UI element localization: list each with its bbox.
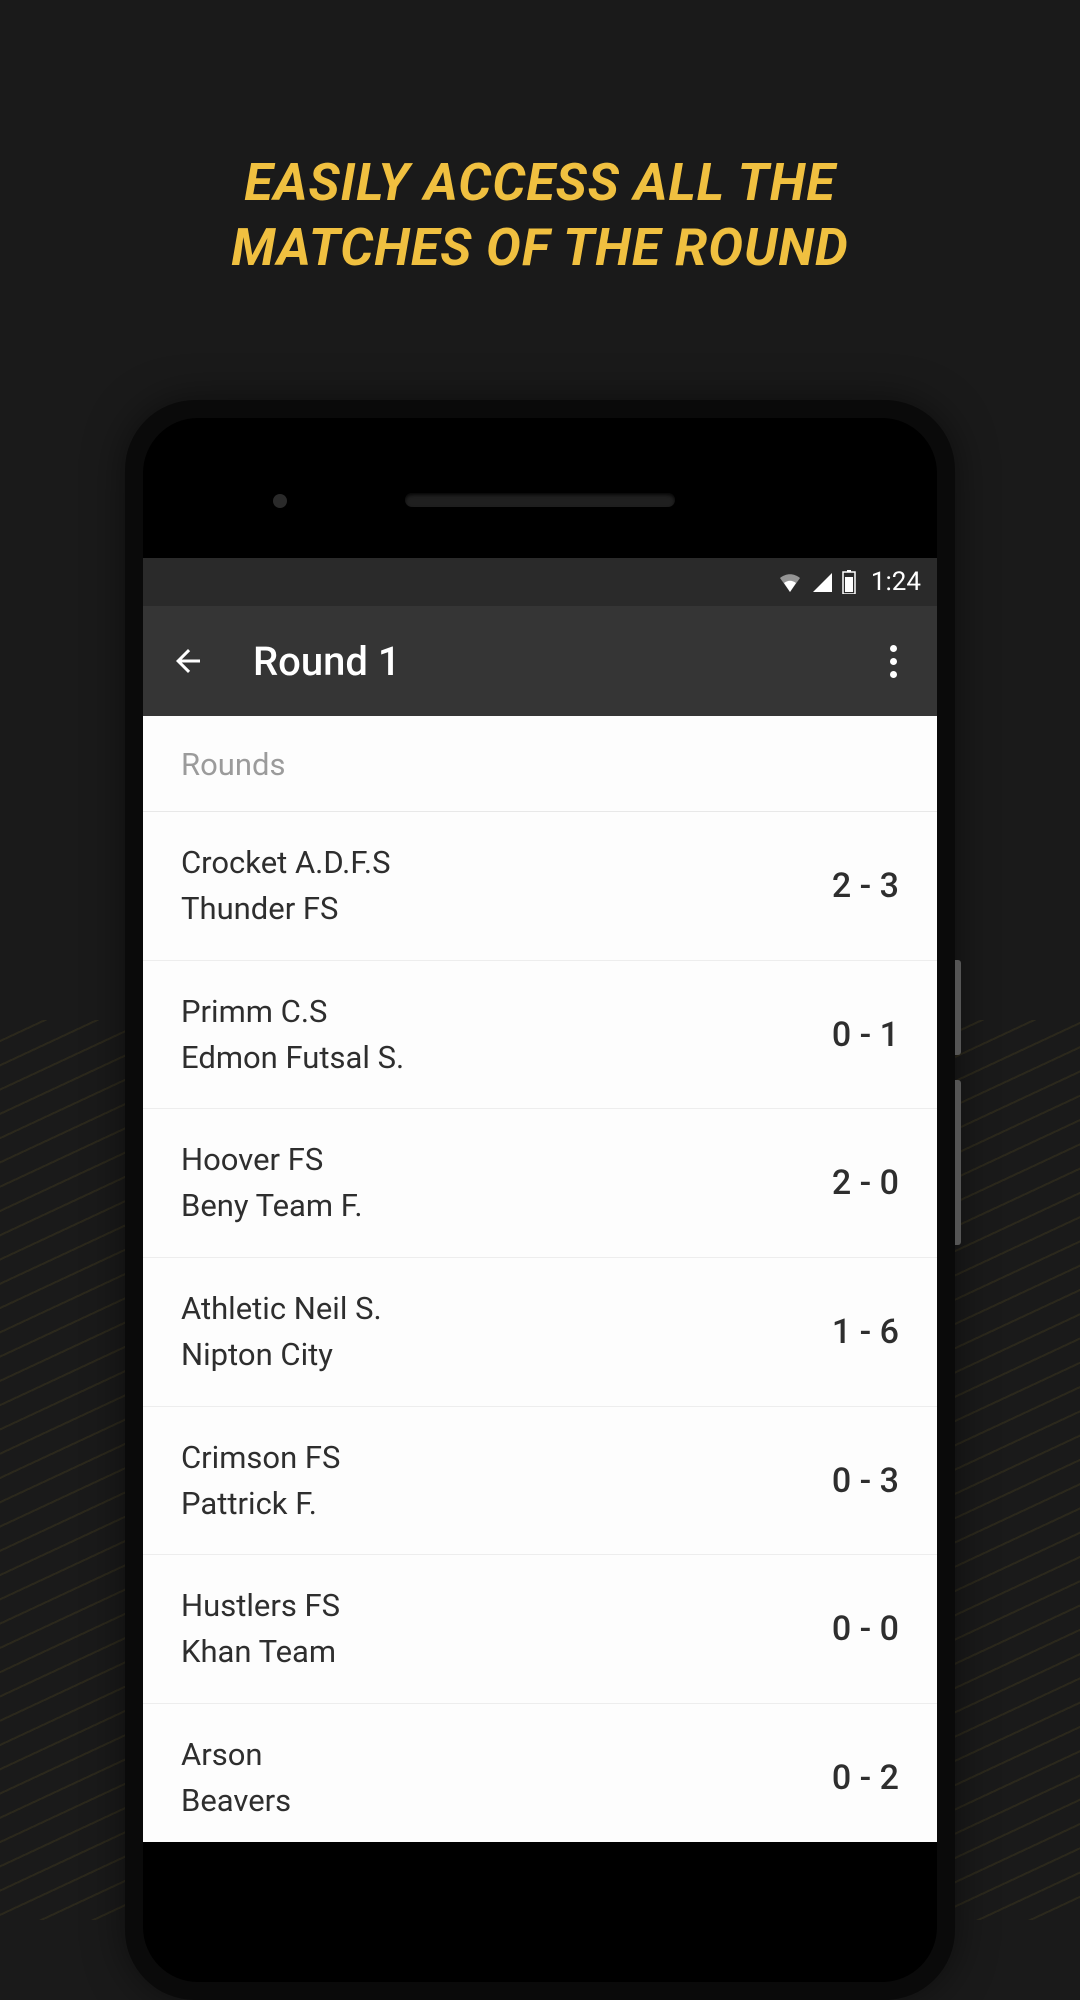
away-team: Pattrick F.	[181, 1483, 340, 1525]
phone-side-button	[955, 960, 961, 1055]
match-row[interactable]: Crocket A.D.F.SThunder FS 2 - 3	[143, 812, 937, 961]
phone-mockup-frame: 1:24 Round 1 Rounds Crocket A.	[125, 400, 955, 2000]
section-header: Rounds	[143, 716, 937, 812]
match-row[interactable]: Hoover FSBeny Team F. 2 - 0	[143, 1109, 937, 1258]
match-score: 0 - 1	[832, 1015, 899, 1055]
content-area: Rounds Crocket A.D.F.SThunder FS 2 - 3 Pri…	[143, 716, 937, 1842]
phone-screen: 1:24 Round 1 Rounds Crocket A.	[143, 558, 937, 1842]
away-team: Nipton City	[181, 1334, 382, 1376]
battery-icon	[841, 570, 857, 594]
matches-list: Crocket A.D.F.SThunder FS 2 - 3 Primm C.SE…	[143, 812, 937, 1842]
match-row[interactable]: ArsonBeavers 0 - 2	[143, 1704, 937, 1842]
match-teams: Athletic Neil S.Nipton City	[181, 1288, 382, 1376]
match-row[interactable]: Primm C.SEdmon Futsal S. 0 - 1	[143, 961, 937, 1110]
back-button[interactable]	[163, 636, 213, 686]
away-team: Khan Team	[181, 1631, 340, 1673]
home-team: Hoover FS	[181, 1139, 363, 1181]
match-score: 1 - 6	[832, 1312, 899, 1352]
match-score: 0 - 0	[832, 1609, 899, 1649]
match-teams: Crocket A.D.F.SThunder FS	[181, 842, 391, 930]
away-team: Beny Team F.	[181, 1185, 363, 1227]
cellular-signal-icon	[811, 572, 833, 592]
app-bar: Round 1	[143, 606, 937, 716]
home-team: Crocket A.D.F.S	[181, 842, 391, 884]
status-time: 1:24	[871, 567, 921, 597]
more-vert-icon	[890, 658, 897, 665]
match-teams: Hoover FSBeny Team F.	[181, 1139, 363, 1227]
home-team: Athletic Neil S.	[181, 1288, 382, 1330]
page-title: Round 1	[253, 638, 401, 685]
match-score: 2 - 3	[832, 866, 899, 906]
home-team: Hustlers FS	[181, 1585, 340, 1627]
away-team: Beavers	[181, 1780, 291, 1822]
home-team: Crimson FS	[181, 1437, 340, 1479]
home-team: Arson	[181, 1734, 291, 1776]
wifi-icon	[777, 572, 803, 592]
away-team: Thunder FS	[181, 888, 391, 930]
phone-side-button	[955, 1080, 961, 1245]
more-vert-icon	[890, 645, 897, 652]
match-teams: Hustlers FSKhan Team	[181, 1585, 340, 1673]
home-team: Primm C.S	[181, 991, 404, 1033]
match-score: 0 - 2	[832, 1758, 899, 1798]
match-teams: Primm C.SEdmon Futsal S.	[181, 991, 404, 1079]
phone-speaker	[405, 493, 675, 507]
away-team: Edmon Futsal S.	[181, 1037, 404, 1079]
more-options-button[interactable]	[873, 636, 913, 686]
match-row[interactable]: Hustlers FSKhan Team 0 - 0	[143, 1555, 937, 1704]
match-teams: ArsonBeavers	[181, 1734, 291, 1822]
more-vert-icon	[890, 671, 897, 678]
phone-camera	[273, 494, 287, 508]
status-bar: 1:24	[143, 558, 937, 606]
phone-inner: 1:24 Round 1 Rounds Crocket A.	[143, 418, 937, 1982]
match-row[interactable]: Crimson FSPattrick F. 0 - 3	[143, 1407, 937, 1556]
marketing-headline: EASILY ACCESS ALL THE MATCHES OF THE ROU…	[0, 150, 1080, 280]
match-row[interactable]: Athletic Neil S.Nipton City 1 - 6	[143, 1258, 937, 1407]
arrow-back-icon	[170, 643, 206, 679]
match-teams: Crimson FSPattrick F.	[181, 1437, 340, 1525]
match-score: 0 - 3	[832, 1461, 899, 1501]
match-score: 2 - 0	[832, 1163, 899, 1203]
